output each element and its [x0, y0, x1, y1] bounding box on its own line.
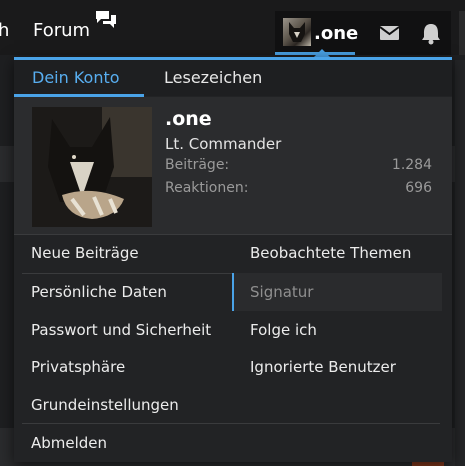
menu-link-privatsphaere[interactable]: Privatsphäre [31, 358, 125, 376]
account-menu: Dein Konto Lesezeichen .one Lt. Commande… [14, 57, 452, 462]
navbar-edge [459, 11, 465, 55]
nav-link-partial[interactable]: h [0, 20, 9, 41]
stat-value-reactions: 696 [405, 180, 432, 196]
stat-value-posts: 1.284 [391, 157, 432, 173]
alerts-button[interactable] [411, 11, 451, 55]
menu-divider [22, 423, 440, 424]
bell-icon [422, 24, 440, 45]
stat-label-reactions: Reaktionen: [165, 180, 249, 196]
profile-rank: Lt. Commander [165, 135, 282, 153]
avatar[interactable] [32, 107, 152, 227]
top-navbar: h Forum .one [0, 0, 465, 55]
tab-lesezeichen[interactable]: Lesezeichen [164, 68, 262, 87]
chat-bubbles-icon[interactable] [95, 10, 117, 34]
menu-link-folge-ich[interactable]: Folge ich [250, 321, 317, 339]
menu-tabs: Dein Konto Lesezeichen [14, 60, 452, 97]
user-name-nav[interactable]: .one [314, 23, 358, 44]
stat-label-posts: Beiträge: [165, 157, 230, 173]
menu-link-neue-beitraege[interactable]: Neue Beiträge [31, 244, 139, 262]
menu-link-grundeinstellungen[interactable]: Grundeinstellungen [31, 396, 179, 414]
menu-link-persoenliche-daten[interactable]: Persönliche Daten [31, 283, 167, 301]
menu-caret [314, 49, 330, 57]
profile-name[interactable]: .one [165, 108, 212, 130]
avatar-small[interactable] [283, 18, 311, 46]
inbox-button[interactable] [371, 11, 407, 55]
background-column [455, 60, 465, 466]
tab-dein-konto[interactable]: Dein Konto [32, 68, 120, 87]
menu-link-beobachtete-themen[interactable]: Beobachtete Themen [250, 244, 411, 262]
profile-card: .one Lt. Commander Beiträge: 1.284 Reakt… [14, 97, 452, 235]
nav-link-forum[interactable]: Forum [33, 20, 90, 41]
menu-link-signatur[interactable]: Signatur [250, 283, 313, 301]
logout-link[interactable]: Abmelden [31, 434, 107, 452]
envelope-icon [379, 26, 400, 40]
menu-link-passwort[interactable]: Passwort und Sicherheit [31, 321, 211, 339]
menu-link-ignorierte-benutzer[interactable]: Ignorierte Benutzer [250, 358, 396, 376]
user-account-bar: .one [275, 11, 451, 55]
